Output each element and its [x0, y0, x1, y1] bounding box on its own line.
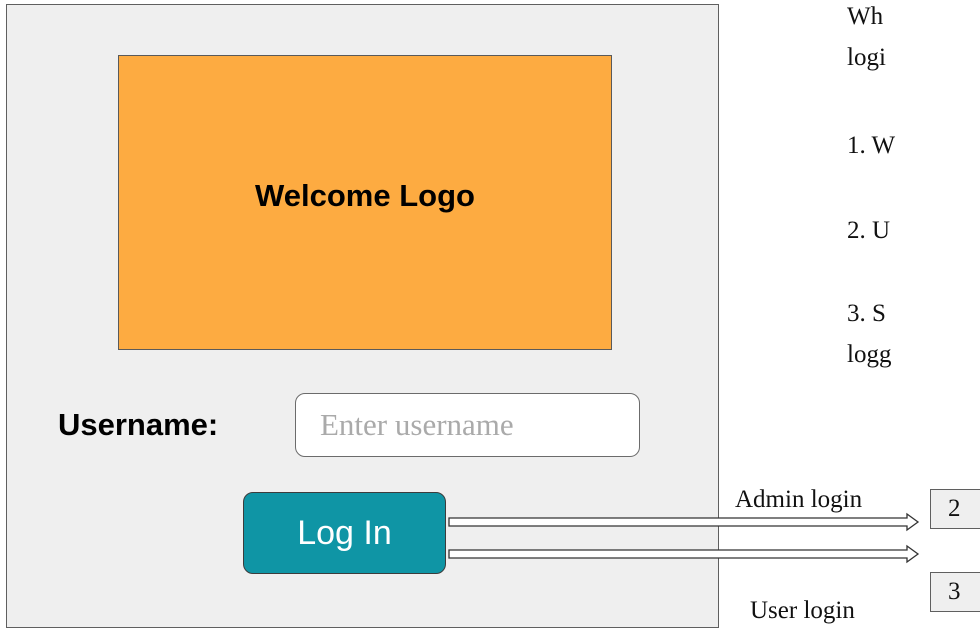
flow-arrows [448, 512, 920, 564]
admin-login-arrow [448, 512, 920, 532]
admin-target-box: 2 [930, 489, 980, 529]
user-login-arrow [448, 544, 920, 564]
admin-login-label: Admin login [735, 486, 863, 513]
user-login-label: User login [750, 597, 855, 624]
user-target-box: 3 [930, 572, 980, 612]
